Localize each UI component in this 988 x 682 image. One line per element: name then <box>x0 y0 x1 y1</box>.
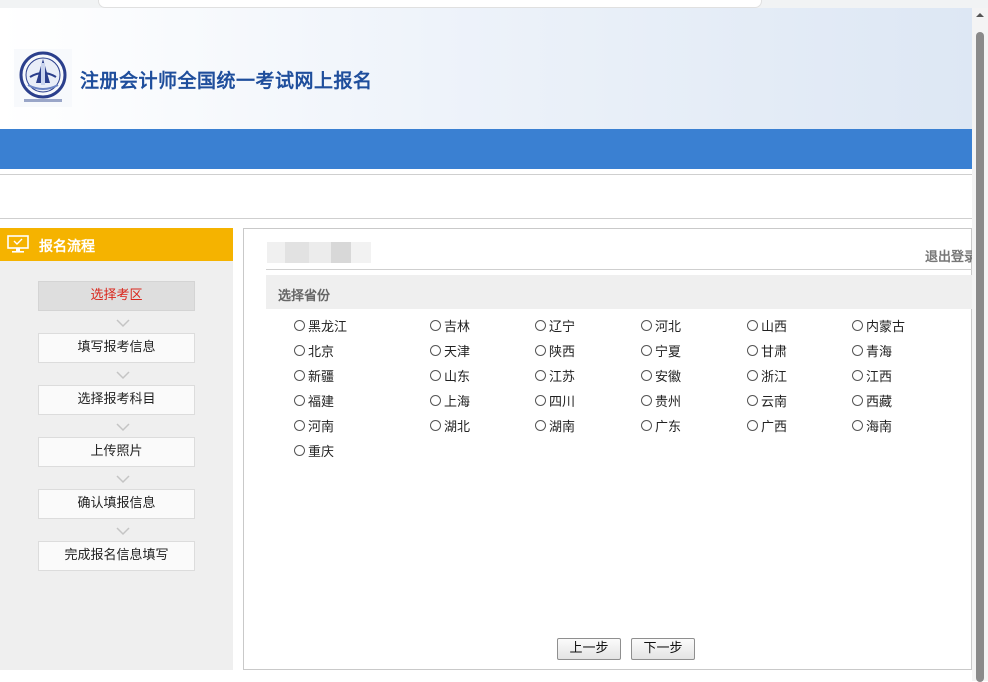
next-step-button[interactable]: 下一步 <box>631 638 695 660</box>
page-scrollbar[interactable] <box>972 8 988 682</box>
radio-icon[interactable] <box>747 344 758 356</box>
user-name-redacted <box>267 242 371 263</box>
province-option[interactable]: 黑龙江 <box>294 315 347 335</box>
radio-icon[interactable] <box>852 419 863 431</box>
radio-icon[interactable] <box>430 369 441 381</box>
sidebar-heading-label: 报名流程 <box>39 239 95 255</box>
nav-bar <box>0 129 972 169</box>
province-option[interactable]: 青海 <box>852 340 892 360</box>
main-panel: 退出登录 选择省份 黑龙江 吉林 辽宁 河北 山西 内蒙古 北京 天津 陕西 宁… <box>243 228 977 670</box>
radio-icon[interactable] <box>535 319 546 331</box>
province-option[interactable]: 天津 <box>430 340 470 360</box>
radio-icon[interactable] <box>430 319 441 331</box>
step-confirm-info[interactable]: 确认填报信息 <box>38 489 195 519</box>
scroll-thumb[interactable] <box>976 32 984 682</box>
radio-icon[interactable] <box>535 344 546 356</box>
province-option[interactable]: 广东 <box>641 415 681 435</box>
radio-icon[interactable] <box>430 394 441 406</box>
chevron-down-icon <box>116 319 130 328</box>
province-option[interactable]: 西藏 <box>852 390 892 410</box>
sub-bar <box>0 174 972 219</box>
province-option[interactable]: 河南 <box>294 415 334 435</box>
radio-icon[interactable] <box>641 369 652 381</box>
section-title: 选择省份 <box>278 289 331 304</box>
step-select-subjects[interactable]: 选择报考科目 <box>38 385 195 415</box>
address-bar[interactable] <box>98 0 762 8</box>
divider <box>266 269 973 270</box>
radio-icon[interactable] <box>294 419 305 431</box>
province-option[interactable]: 湖南 <box>535 415 575 435</box>
sidebar: 报名流程 选择考区 填写报考信息 选择报考科目 上传照片 确认填报信息 完成报名… <box>0 228 233 670</box>
radio-icon[interactable] <box>430 419 441 431</box>
step-select-exam-area[interactable]: 选择考区 <box>38 281 195 311</box>
province-option[interactable]: 浙江 <box>747 365 787 385</box>
radio-icon[interactable] <box>641 419 652 431</box>
section-header: 选择省份 <box>266 275 973 309</box>
radio-icon[interactable] <box>294 369 305 381</box>
radio-icon[interactable] <box>535 394 546 406</box>
province-option[interactable]: 辽宁 <box>535 315 575 335</box>
radio-icon[interactable] <box>747 419 758 431</box>
chevron-down-icon <box>116 527 130 536</box>
province-option[interactable]: 新疆 <box>294 365 334 385</box>
radio-icon[interactable] <box>294 444 305 456</box>
site-header: 注册会计师全国统一考试网上报名 <box>0 8 972 129</box>
province-option[interactable]: 海南 <box>852 415 892 435</box>
radio-icon[interactable] <box>852 319 863 331</box>
radio-icon[interactable] <box>294 344 305 356</box>
province-option[interactable]: 山西 <box>747 315 787 335</box>
step-fill-info[interactable]: 填写报考信息 <box>38 333 195 363</box>
logout-link[interactable]: 退出登录 <box>925 246 977 265</box>
radio-icon[interactable] <box>535 369 546 381</box>
province-option[interactable]: 云南 <box>747 390 787 410</box>
radio-icon[interactable] <box>641 394 652 406</box>
province-option[interactable]: 广西 <box>747 415 787 435</box>
radio-icon[interactable] <box>430 344 441 356</box>
province-option[interactable]: 重庆 <box>294 440 334 460</box>
chevron-down-icon <box>116 423 130 432</box>
browser-top-strip <box>0 0 988 8</box>
province-option[interactable]: 上海 <box>430 390 470 410</box>
province-option[interactable]: 四川 <box>535 390 575 410</box>
radio-icon[interactable] <box>852 394 863 406</box>
province-option[interactable]: 安徽 <box>641 365 681 385</box>
radio-icon[interactable] <box>852 369 863 381</box>
step-complete[interactable]: 完成报名信息填写 <box>38 541 195 571</box>
province-option[interactable]: 内蒙古 <box>852 315 905 335</box>
province-option[interactable]: 甘肃 <box>747 340 787 360</box>
province-option[interactable]: 贵州 <box>641 390 681 410</box>
province-option[interactable]: 吉林 <box>430 315 470 335</box>
radio-icon[interactable] <box>294 319 305 331</box>
province-option[interactable]: 湖北 <box>430 415 470 435</box>
province-option[interactable]: 陕西 <box>535 340 575 360</box>
province-option[interactable]: 北京 <box>294 340 334 360</box>
radio-icon[interactable] <box>535 419 546 431</box>
radio-icon[interactable] <box>294 394 305 406</box>
radio-icon[interactable] <box>641 319 652 331</box>
province-option[interactable]: 江西 <box>852 365 892 385</box>
province-option[interactable]: 河北 <box>641 315 681 335</box>
radio-icon[interactable] <box>641 344 652 356</box>
province-option[interactable]: 福建 <box>294 390 334 410</box>
cicpa-logo-icon <box>14 49 72 107</box>
scroll-up-arrow-icon[interactable] <box>975 10 985 20</box>
radio-icon[interactable] <box>747 319 758 331</box>
chevron-down-icon <box>116 371 130 380</box>
site-title: 注册会计师全国统一考试网上报名 <box>80 70 373 92</box>
province-option[interactable]: 江苏 <box>535 365 575 385</box>
radio-icon[interactable] <box>747 394 758 406</box>
step-upload-photo[interactable]: 上传照片 <box>38 437 195 467</box>
province-option[interactable]: 山东 <box>430 365 470 385</box>
radio-icon[interactable] <box>747 369 758 381</box>
prev-step-button[interactable]: 上一步 <box>557 638 621 660</box>
chevron-down-icon <box>116 475 130 484</box>
province-option[interactable]: 宁夏 <box>641 340 681 360</box>
sidebar-heading: 报名流程 <box>0 228 233 261</box>
radio-icon[interactable] <box>852 344 863 356</box>
monitor-icon <box>7 235 29 253</box>
